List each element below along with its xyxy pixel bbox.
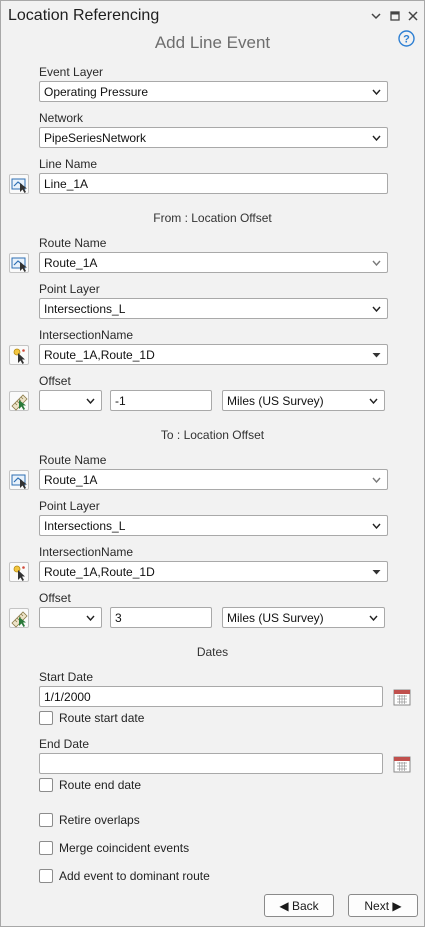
to-intersection-name-combo[interactable]: Route_1A,Route_1D <box>39 561 388 582</box>
chevron-down-icon <box>86 398 95 404</box>
chevron-down-icon <box>86 615 95 621</box>
start-date-input[interactable]: 1/1/2000 <box>39 686 383 707</box>
from-offset-value-input[interactable]: -1 <box>110 390 212 411</box>
start-date-value: 1/1/2000 <box>44 690 91 704</box>
chevron-down-icon[interactable] <box>369 9 383 23</box>
event-layer-label: Event Layer <box>39 65 104 79</box>
chevron-down-icon <box>372 477 381 483</box>
to-offset-map-tool[interactable] <box>9 608 29 628</box>
from-offset-units-value: Miles (US Survey) <box>227 394 324 408</box>
to-route-name-combo[interactable]: Route_1A <box>39 469 388 490</box>
to-point-layer-dropdown[interactable]: Intersections_L <box>39 515 388 536</box>
chevron-down-icon <box>372 260 381 266</box>
from-intersection-name-value: Route_1A,Route_1D <box>44 348 155 362</box>
add-event-dominant-route-checkbox[interactable] <box>39 869 53 883</box>
offset-measure-icon <box>11 611 28 628</box>
calendar-icon[interactable] <box>393 755 411 773</box>
from-route-name-label: Route Name <box>39 236 107 250</box>
route-end-date-checkbox[interactable] <box>39 778 53 792</box>
to-offset-units-value: Miles (US Survey) <box>227 611 324 625</box>
to-intersection-name-value: Route_1A,Route_1D <box>44 565 155 579</box>
to-point-layer-value: Intersections_L <box>44 519 126 533</box>
to-route-name-value: Route_1A <box>44 473 98 487</box>
chevron-down-icon <box>372 523 381 529</box>
next-button-label: Next ▶ <box>364 899 402 913</box>
tool-subtitle: Add Line Event <box>154 33 271 52</box>
from-point-layer-value: Intersections_L <box>44 302 126 316</box>
from-intersection-name-combo[interactable]: Route_1A,Route_1D <box>39 344 388 365</box>
offset-measure-icon <box>11 394 28 411</box>
from-intersection-name-label: IntersectionName <box>39 328 134 342</box>
next-button[interactable]: Next ▶ <box>348 894 418 917</box>
from-offset-map-tool[interactable] <box>9 391 29 411</box>
route-start-date-checkbox[interactable] <box>39 711 53 725</box>
from-route-name-combo[interactable]: Route_1A <box>39 252 388 273</box>
to-route-name-label: Route Name <box>39 453 107 467</box>
to-offset-label: Offset <box>39 591 71 605</box>
chevron-down-icon <box>369 398 378 404</box>
chevron-down-icon <box>372 89 381 95</box>
to-select-intersection-map-tool[interactable] <box>9 562 29 582</box>
from-route-name-value: Route_1A <box>44 256 98 270</box>
chevron-down-icon <box>369 615 378 621</box>
from-point-layer-dropdown[interactable]: Intersections_L <box>39 298 388 319</box>
add-line-event-pane: Location Referencing Add Line Event ? Ev… <box>0 0 425 927</box>
maximize-icon[interactable] <box>388 9 402 23</box>
route-end-date-label: Route end date <box>59 778 142 792</box>
close-icon[interactable] <box>406 9 420 23</box>
merge-coincident-events-checkbox[interactable] <box>39 841 53 855</box>
triangle-down-icon <box>372 570 381 575</box>
to-offset-units-dropdown[interactable]: Miles (US Survey) <box>222 607 385 628</box>
line-name-label: Line Name <box>39 157 98 171</box>
triangle-down-icon <box>372 353 381 358</box>
network-label: Network <box>39 111 84 125</box>
from-offset-value: -1 <box>115 394 126 408</box>
from-point-layer-label: Point Layer <box>39 282 100 296</box>
select-point-icon <box>13 348 25 364</box>
select-route-icon <box>11 178 27 193</box>
event-layer-value: Operating Pressure <box>44 85 149 99</box>
pane-titlebar: Location Referencing <box>1 1 424 33</box>
add-event-dominant-route-label: Add event to dominant route <box>59 869 210 883</box>
from-offset-direction-dropdown[interactable] <box>39 390 102 411</box>
from-section-header: From : Location Offset <box>153 211 272 225</box>
svg-text:?: ? <box>403 34 410 46</box>
network-value: PipeSeriesNetwork <box>44 131 147 145</box>
to-select-route-map-tool[interactable] <box>9 470 29 490</box>
chevron-down-icon <box>372 306 381 312</box>
to-point-layer-label: Point Layer <box>39 499 100 513</box>
help-icon[interactable]: ? <box>398 30 415 47</box>
from-offset-label: Offset <box>39 374 71 388</box>
select-route-icon <box>11 257 27 272</box>
network-dropdown[interactable]: PipeSeriesNetwork <box>39 127 388 148</box>
line-name-value: Line_1A <box>44 177 89 191</box>
select-point-icon <box>13 565 25 581</box>
route-start-date-label: Route start date <box>59 711 145 725</box>
dates-section-header: Dates <box>196 645 229 659</box>
merge-coincident-events-label: Merge coincident events <box>59 841 190 855</box>
to-intersection-name-label: IntersectionName <box>39 545 134 559</box>
back-button[interactable]: ◀ Back <box>264 894 334 917</box>
to-offset-value-input[interactable]: 3 <box>110 607 212 628</box>
to-offset-direction-dropdown[interactable] <box>39 607 102 628</box>
from-select-route-map-tool[interactable] <box>9 253 29 273</box>
select-route-icon <box>11 474 27 489</box>
back-button-label: ◀ Back <box>279 899 319 913</box>
end-date-input[interactable] <box>39 753 383 774</box>
pane-title: Location Referencing <box>8 7 160 24</box>
chevron-down-icon <box>372 135 381 141</box>
retire-overlaps-label: Retire overlaps <box>59 813 140 827</box>
to-offset-value: 3 <box>115 611 122 625</box>
end-date-label: End Date <box>39 737 90 751</box>
from-select-intersection-map-tool[interactable] <box>9 345 29 365</box>
select-line-map-tool[interactable] <box>9 174 29 194</box>
line-name-input[interactable]: Line_1A <box>39 173 388 194</box>
retire-overlaps-checkbox[interactable] <box>39 813 53 827</box>
event-layer-dropdown[interactable]: Operating Pressure <box>39 81 388 102</box>
from-offset-units-dropdown[interactable]: Miles (US Survey) <box>222 390 385 411</box>
to-section-header: To : Location Offset <box>160 428 265 442</box>
start-date-label: Start Date <box>39 670 94 684</box>
calendar-icon[interactable] <box>393 688 411 706</box>
